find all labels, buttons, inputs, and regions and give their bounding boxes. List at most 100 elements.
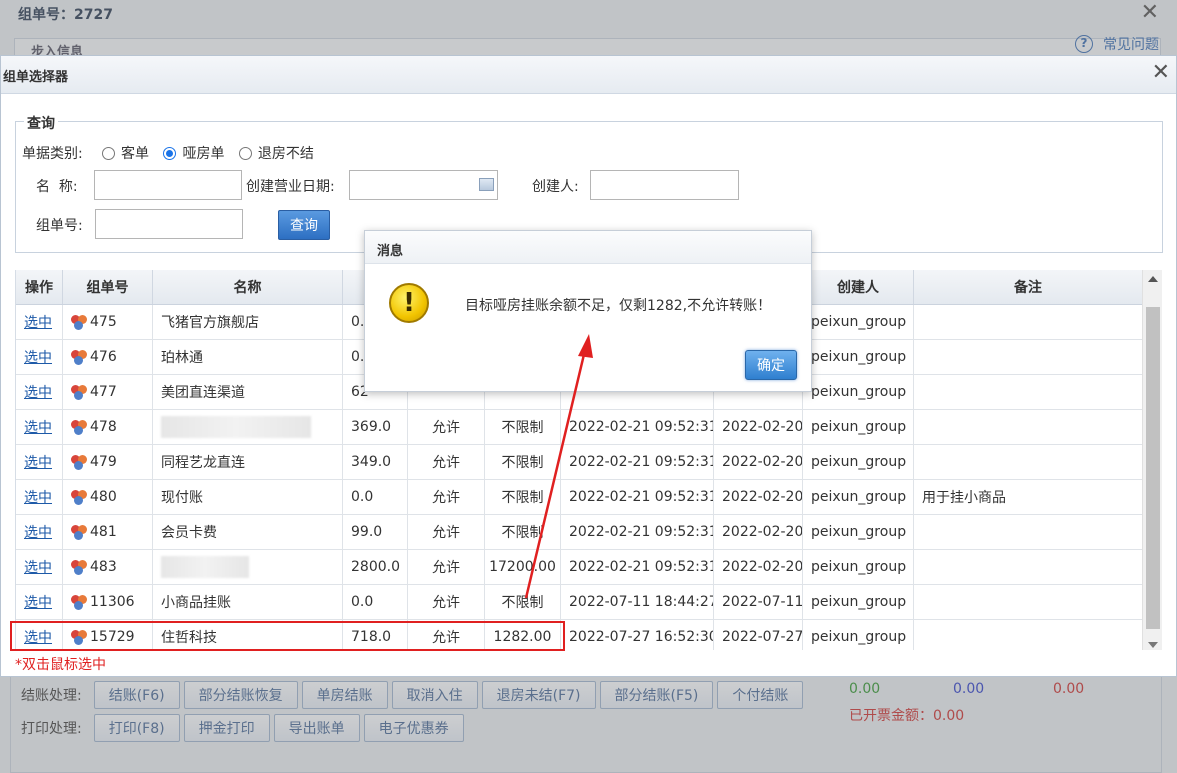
group-no-label: 组单号: [36,218,83,234]
cell-create-time: 2022-07-27 16:52:30 [561,620,714,650]
cell-note [914,550,1142,584]
cell-note [914,410,1142,444]
cell-creator: peixun_group [803,585,914,619]
cell-operation: 选中 [16,585,63,619]
cell-balance: 0.0 [343,585,408,619]
cell-balance: 99.0 [343,515,408,549]
cell-group-no: 480 [63,480,153,514]
cell-limit: 17200.00 [485,550,561,584]
select-link[interactable]: 选中 [24,487,52,507]
message-text: 目标哑房挂账余额不足，仅剩1282,不允许转账！ [465,298,772,314]
cell-balance: 2800.0 [343,550,408,584]
cell-limit: 不限制 [485,445,561,479]
selector-title: 组单选择器 [3,70,69,85]
cell-name [153,550,343,584]
cell-creator: peixun_group [803,375,914,409]
ok-button[interactable]: 确定 [745,350,797,380]
table-row[interactable]: 选中 478 369.0 允许 不限制 2022-02-21 09:52:31 2022-0… [16,410,1142,445]
cell-group-no: 476 [63,340,153,374]
cell-limit: 不限制 [485,515,561,549]
date-label: 创建营业日期: [246,179,335,195]
group-no-text: 11306 [90,594,135,610]
cell-allow: 允许 [408,550,485,584]
cell-note [914,445,1142,479]
cell-business-date: 2022-07-27 [714,620,803,650]
name-input[interactable] [94,170,242,200]
option-dummy-room: 哑房单 [182,146,225,162]
group-no-input[interactable] [95,209,243,239]
cell-note: 用于挂小商品 [914,480,1142,514]
cell-business-date: 2022-02-20 [714,445,803,479]
cell-allow: 允许 [408,445,485,479]
doc-type-options: 客单 哑房单 退房不结 [92,143,314,163]
search-button[interactable]: 查询 [278,210,330,240]
radio-dummy-room[interactable] [163,147,177,160]
radio-guest-order[interactable] [102,147,115,160]
cell-business-date: 2022-02-20 [714,550,803,584]
cell-create-time: 2022-02-21 09:52:31 [561,515,714,549]
cell-creator: peixun_group [803,550,914,584]
select-link[interactable]: 选中 [24,382,52,402]
table-row[interactable]: 选中 479 同程艺龙直连 349.0 允许 不限制 2022-02-21 09:52:31… [16,445,1142,480]
header-creator: 创建人 [803,270,914,304]
radio-checkout-unsettled[interactable] [238,147,252,160]
table-row[interactable]: 选中 11306 小商品挂账 0.0 允许 不限制 2022-07-11 18:44:27 2… [16,585,1142,620]
group-icon [71,314,89,330]
date-input[interactable] [349,170,498,200]
cell-name: 会员卡费 [153,515,343,549]
cell-note [914,340,1142,374]
table-row[interactable]: 选中 481 会员卡费 99.0 允许 不限制 2022-02-21 09:52:31 202… [16,515,1142,550]
cell-note [914,585,1142,619]
cell-operation: 选中 [16,550,63,584]
creator-input[interactable] [590,170,739,200]
option-checkout-unsettled: 退房不结 [257,146,314,162]
header-group-no: 组单号 [63,270,153,304]
cell-business-date: 2022-02-20 [714,515,803,549]
select-link[interactable]: 选中 [24,347,52,367]
highlight-annotation [10,621,565,651]
blurred-name [161,416,311,438]
table-row[interactable]: 选中 480 现付账 0.0 允许 不限制 2022-02-21 09:52:31 2022-… [16,480,1142,515]
cell-business-date: 2022-02-20 [714,410,803,444]
select-link[interactable]: 选中 [24,592,52,612]
cell-creator: peixun_group [803,305,914,339]
cell-note [914,515,1142,549]
group-no-text: 477 [90,384,117,400]
scroll-up-icon[interactable] [1148,276,1158,282]
cell-name: 现付账 [153,480,343,514]
cell-operation: 选中 [16,340,63,374]
group-no-text: 481 [90,524,117,540]
group-icon [71,489,89,505]
table-row[interactable]: 选中 483 2800.0 允许 17200.00 2022-02-21 09:52:31… [16,550,1142,585]
group-icon [71,349,89,365]
selector-close-icon[interactable]: ✕ [1152,60,1170,85]
cell-group-no: 479 [63,445,153,479]
calendar-icon[interactable] [479,178,494,191]
query-legend: 查询 [24,113,58,133]
cell-business-date: 2022-07-11 [714,585,803,619]
select-link[interactable]: 选中 [24,417,52,437]
cell-operation: 选中 [16,445,63,479]
scroll-thumb[interactable] [1146,307,1160,629]
select-link[interactable]: 选中 [24,557,52,577]
cell-group-no: 483 [63,550,153,584]
cell-creator: peixun_group [803,445,914,479]
cell-balance: 369.0 [343,410,408,444]
group-icon [71,524,89,540]
cell-create-time: 2022-02-21 09:52:31 [561,445,714,479]
cell-create-time: 2022-07-11 18:44:27 [561,585,714,619]
cell-allow: 允许 [408,515,485,549]
cell-group-no: 475 [63,305,153,339]
cell-operation: 选中 [16,410,63,444]
cell-operation: 选中 [16,480,63,514]
table-scrollbar[interactable] [1142,270,1162,650]
select-link[interactable]: 选中 [24,522,52,542]
cell-allow: 允许 [408,585,485,619]
group-no-text: 478 [90,419,117,435]
select-link[interactable]: 选中 [24,312,52,332]
cell-operation: 选中 [16,515,63,549]
cell-business-date: 2022-02-20 [714,480,803,514]
creator-label: 创建人: [532,179,579,195]
select-link[interactable]: 选中 [24,452,52,472]
scroll-down-icon[interactable] [1148,642,1158,648]
